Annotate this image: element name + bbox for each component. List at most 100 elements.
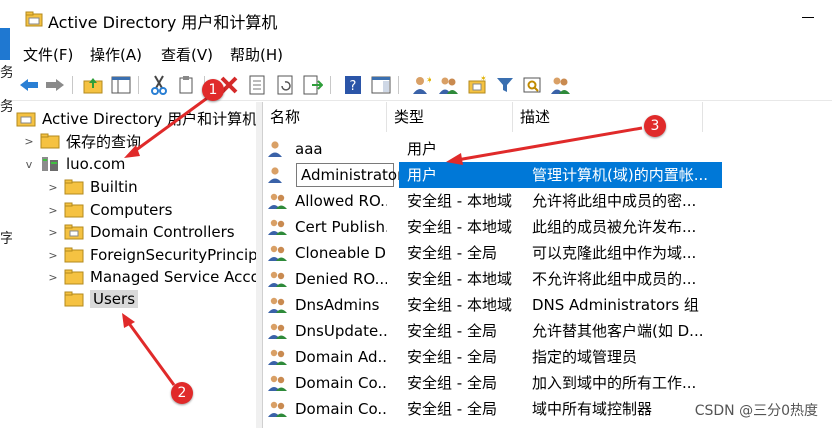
table-row[interactable]: Allowed RO... 安全组 - 本地域 允许将此组中成员的密... — [263, 188, 832, 214]
tree-item-label: Managed Service Accou — [90, 268, 257, 286]
toolbar-separator — [138, 76, 139, 94]
table-row[interactable]: DnsAdmins 安全组 - 本地域 DNS Administrators 组 — [263, 292, 832, 318]
chevron-right-icon[interactable]: > — [22, 135, 36, 148]
cell-type: 安全组 - 本地域 — [407, 296, 512, 314]
group-icon — [267, 296, 289, 318]
cell-name: DnsUpdate... — [295, 322, 387, 340]
menu-action[interactable]: 操作(A) — [90, 44, 142, 65]
ou-folder-icon — [64, 224, 84, 240]
find-icon[interactable] — [522, 74, 544, 96]
cell-type: 安全组 - 全局 — [407, 322, 497, 340]
tree-item-builtin[interactable]: > Builtin — [46, 176, 138, 198]
cell-name: aaa — [295, 140, 323, 158]
table-row[interactable]: Cloneable D... 安全组 - 全局 可以克隆此组中作为域... — [263, 240, 832, 266]
table-row[interactable]: Administrator 用户 管理计算机(域)的内置帐... — [263, 162, 832, 188]
cell-description: 管理计算机(域)的内置帐... — [521, 162, 722, 188]
add-to-group-icon[interactable] — [550, 74, 572, 96]
new-group-icon[interactable] — [438, 74, 460, 96]
group-icon — [267, 400, 289, 422]
filter-icon[interactable] — [494, 74, 516, 96]
menu-file[interactable]: 文件(F) — [23, 44, 73, 65]
cell-description — [521, 136, 722, 162]
cut-icon[interactable] — [148, 74, 170, 96]
chevron-right-icon[interactable]: > — [46, 271, 60, 284]
table-row[interactable]: aaa 用户 — [263, 136, 832, 162]
table-row[interactable]: DnsUpdate... 安全组 - 全局 允许替其他客户端(如 D... — [263, 318, 832, 344]
new-ou-icon[interactable]: ✶ — [466, 74, 488, 96]
pane-splitter[interactable] — [256, 102, 263, 428]
annotation-badge-3: 3 — [644, 115, 666, 137]
chevron-right-icon[interactable]: > — [46, 249, 60, 262]
group-icon — [267, 270, 289, 292]
cell-name: Denied RO... — [295, 270, 387, 288]
tree-item-label: Computers — [90, 201, 173, 219]
cell-type: 安全组 - 全局 — [407, 244, 497, 262]
export-list-icon[interactable] — [302, 74, 324, 96]
console-tree[interactable]: Active Directory 用户和计算机 [ > 保存的查询 v luo.… — [12, 102, 257, 428]
background-window-strip — [0, 28, 10, 60]
show-console-tree-icon[interactable] — [110, 74, 132, 96]
cell-name: Cert Publish... — [295, 218, 387, 236]
tree-item-domain[interactable]: v luo.com — [22, 153, 126, 175]
properties-icon[interactable] — [246, 74, 268, 96]
group-icon — [267, 322, 289, 344]
minimize-button[interactable] — [802, 17, 814, 18]
cell-name: DnsAdmins — [295, 296, 380, 314]
domain-icon — [42, 157, 58, 171]
refresh-icon[interactable] — [274, 74, 296, 96]
title-bar[interactable]: Active Directory 用户和计算机 — [12, 0, 832, 38]
forward-icon[interactable] — [44, 74, 66, 96]
tree-item-managed-service-accounts[interactable]: > Managed Service Accou — [46, 266, 257, 288]
tree-item-users[interactable]: Users — [64, 288, 139, 310]
back-icon[interactable] — [18, 74, 40, 96]
up-folder-icon[interactable] — [82, 74, 104, 96]
cell-description: 允许将此组中成员的密... — [532, 192, 697, 210]
menu-view[interactable]: 查看(V) — [161, 44, 213, 65]
cell-description: 不允许将此组中成员的... — [532, 270, 697, 288]
column-header-name[interactable]: 名称 — [263, 102, 387, 132]
tree-item-label: Builtin — [90, 178, 138, 196]
folder-icon — [64, 247, 84, 263]
table-row[interactable]: Domain Co... 安全组 - 全局 加入到域中的所有工作... — [263, 370, 832, 396]
chevron-right-icon[interactable]: > — [46, 226, 60, 239]
annotation-badge-1: 1 — [202, 79, 224, 101]
chevron-down-icon[interactable]: v — [22, 158, 36, 171]
background-text: 务 — [0, 65, 12, 81]
cell-description: 指定的域管理员 — [532, 348, 638, 366]
table-row[interactable]: Cert Publish... 安全组 - 本地域 此组的成员被允许发布... — [263, 214, 832, 240]
tree-item-saved-queries[interactable]: > 保存的查询 — [22, 130, 141, 152]
menu-help[interactable]: 帮助(H) — [230, 44, 283, 65]
cell-name: Domain Ad... — [295, 348, 387, 366]
svg-text:✶: ✶ — [480, 75, 487, 83]
rename-input[interactable]: Administrator — [296, 163, 403, 187]
new-user-icon[interactable]: ✶ — [410, 74, 432, 96]
table-row[interactable]: Domain Ad... 安全组 - 全局 指定的域管理员 — [263, 344, 832, 370]
tree-item-domain-controllers[interactable]: > Domain Controllers — [46, 221, 234, 243]
window-title: Active Directory 用户和计算机 — [48, 13, 278, 32]
group-icon — [267, 244, 289, 266]
details-list[interactable]: 名称 类型 描述 aaa 用户 Administrator 用户 管理计算机(域)的内置… — [263, 102, 832, 428]
tree-item-computers[interactable]: > Computers — [46, 199, 172, 221]
action-pane-icon[interactable] — [370, 74, 392, 96]
toolbar-separator — [330, 76, 331, 94]
column-header-description[interactable]: 描述 — [513, 102, 703, 132]
copy-icon[interactable] — [176, 74, 198, 96]
cell-description: 域中所有域控制器 — [532, 400, 653, 418]
chevron-right-icon[interactable]: > — [46, 204, 60, 217]
chevron-right-icon[interactable]: > — [46, 181, 60, 194]
help-icon[interactable]: ? — [342, 74, 364, 96]
toolbar-separator — [398, 76, 399, 94]
column-header-type[interactable]: 类型 — [387, 102, 513, 132]
group-icon — [267, 218, 289, 240]
background-text: 务 — [0, 99, 12, 115]
tree-root[interactable]: Active Directory 用户和计算机 [ — [16, 107, 256, 129]
active-directory-app-icon — [25, 11, 43, 27]
group-icon — [267, 192, 289, 214]
cell-type: 安全组 - 本地域 — [407, 192, 512, 210]
tree-item-label: 保存的查询 — [66, 132, 142, 151]
table-row[interactable]: Denied RO... 安全组 - 本地域 不允许将此组中成员的... — [263, 266, 832, 292]
cell-type: 安全组 - 本地域 — [407, 270, 512, 288]
folder-icon — [64, 291, 84, 307]
tree-item-foreign-security-principals[interactable]: > ForeignSecurityPrincipal — [46, 244, 256, 266]
cell-description: DNS Administrators 组 — [532, 296, 699, 314]
